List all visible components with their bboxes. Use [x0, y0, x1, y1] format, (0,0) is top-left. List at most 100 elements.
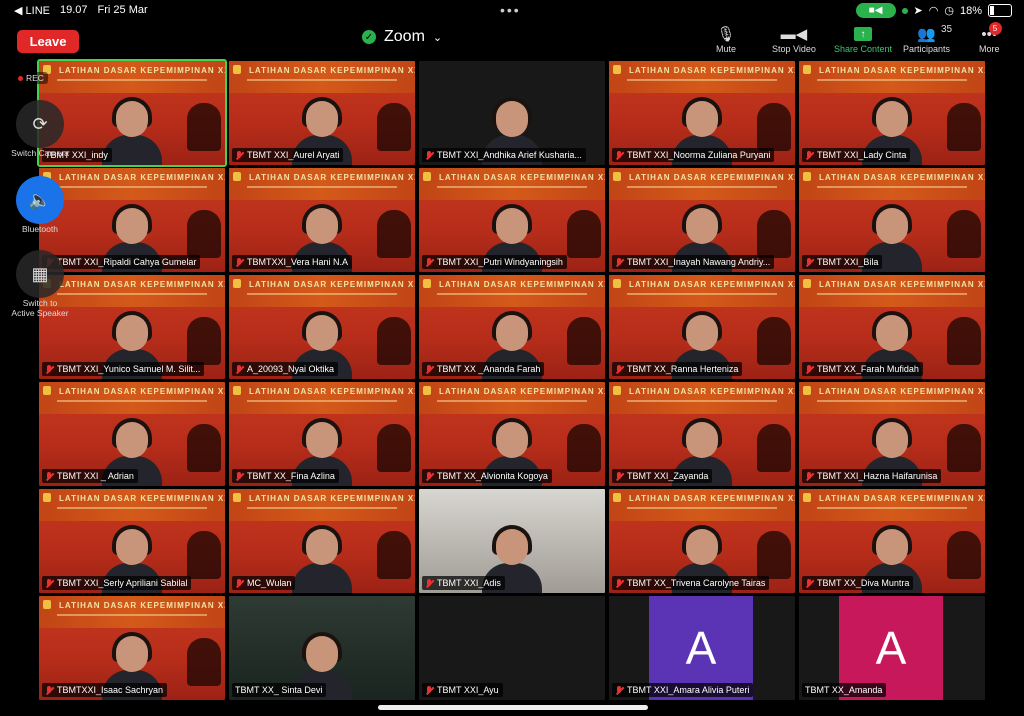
- event-banner-title: LATIHAN DASAR KEPEMIMPINAN XXI: [59, 601, 225, 610]
- event-banner: LATIHAN DASAR KEPEMIMPINAN XXI: [419, 382, 605, 414]
- participant-video-tile[interactable]: LATIHAN DASAR KEPEMIMPINAN XXI TBMT XX_Di…: [799, 489, 985, 593]
- bluetooth-speaker-icon: 🔈: [16, 176, 64, 224]
- saluting-silhouette-icon: [567, 424, 601, 472]
- event-banner: LATIHAN DASAR KEPEMIMPINAN XXI: [419, 168, 605, 200]
- participants-button[interactable]: 👥 35 Participants: [903, 24, 952, 54]
- saluting-silhouette-icon: [187, 317, 221, 365]
- saluting-silhouette-icon: [567, 210, 601, 258]
- switch-camera-control[interactable]: ⟳ Switch Camera: [10, 100, 70, 158]
- saluting-silhouette-icon: [377, 317, 411, 365]
- video-camera-icon: ▬◀: [780, 26, 808, 43]
- event-banner-title: LATIHAN DASAR KEPEMIMPINAN XXI: [59, 173, 225, 182]
- participant-name: TBMT XXI_Aurel Aryati: [247, 150, 340, 160]
- muted-mic-icon: [45, 471, 53, 481]
- participant-video-tile[interactable]: TBMT XXI_Ayu: [419, 596, 605, 700]
- participant-video-tile[interactable]: LATIHAN DASAR KEPEMIMPINAN XXI MC_Wulan: [229, 489, 415, 593]
- participant-name: TBMT XX_Ranna Herteniza: [627, 364, 739, 374]
- muted-mic-icon: [615, 471, 623, 481]
- participant-video-tile[interactable]: LATIHAN DASAR KEPEMIMPINAN XXI TBMT XX _A…: [419, 275, 605, 379]
- participant-video-tile[interactable]: LATIHAN DASAR KEPEMIMPINAN XXI TBMT XXI_N…: [609, 61, 795, 165]
- bluetooth-audio-control[interactable]: 🔈 Bluetooth: [10, 176, 70, 234]
- participant-name-label: TBMT XXI_Hazna Haifarunisa: [802, 469, 942, 483]
- switch-camera-icon: ⟳: [16, 100, 64, 148]
- event-banner-title: LATIHAN DASAR KEPEMIMPINAN XXI: [629, 494, 795, 503]
- participant-video-tile[interactable]: TBMT XX_ Sinta Devi: [229, 596, 415, 700]
- status-left: ◀ LINE 19.07 Fri 25 Mar: [14, 4, 148, 17]
- participant-video-tile[interactable]: LATIHAN DASAR KEPEMIMPINAN XXI TBMT XXI_B…: [799, 168, 985, 272]
- meeting-title[interactable]: ✓ Zoom ⌄: [362, 28, 442, 46]
- event-logo-icon: [423, 386, 431, 395]
- participant-name-label: TBMTXXI_Isaac Sachryan: [42, 683, 168, 697]
- participant-video-tile[interactable]: LATIHAN DASAR KEPEMIMPINAN XXI TBMT XX_Fa…: [799, 275, 985, 379]
- switch-to-active-speaker-control[interactable]: ▦ Switch to Active Speaker: [6, 250, 74, 318]
- participant-name-label: TBMT XX_Fina Azlina: [232, 469, 339, 483]
- event-logo-icon: [233, 172, 241, 181]
- event-banner-title: LATIHAN DASAR KEPEMIMPINAN XXI: [249, 387, 415, 396]
- participant-video-tile[interactable]: LATIHAN DASAR KEPEMIMPINAN XXI TBMT XXI_A…: [229, 61, 415, 165]
- participant-name: TBMT XXI_Noorma Zuliana Puryani: [627, 150, 771, 160]
- meeting-title-label: Zoom: [384, 28, 425, 45]
- stop-video-button[interactable]: ▬◀ Stop Video: [772, 24, 816, 54]
- participant-video-tile[interactable]: LATIHAN DASAR KEPEMIMPINAN XXI TBMT XXI_I…: [609, 168, 795, 272]
- muted-mic-icon: [615, 364, 623, 374]
- muted-mic-icon: [615, 578, 623, 588]
- participant-name-label: TBMT XXI_Putri Windyaningsih: [422, 255, 567, 269]
- participant-video-tile[interactable]: A TBMT XXI_Amara Alivia Puteri: [609, 596, 795, 700]
- event-banner-title: LATIHAN DASAR KEPEMIMPINAN XXI: [819, 494, 985, 503]
- participant-video-tile[interactable]: LATIHAN DASAR KEPEMIMPINAN XXI TBMTXXI_Ve…: [229, 168, 415, 272]
- participant-video-tile[interactable]: LATIHAN DASAR KEPEMIMPINAN XXI TBMT XXI_L…: [799, 61, 985, 165]
- saluting-silhouette-icon: [187, 531, 221, 579]
- participant-name: TBMT XXI _ Adrian: [57, 471, 134, 481]
- saluting-silhouette-icon: [947, 531, 981, 579]
- participant-video-tile[interactable]: TBMT XXI_Adis: [419, 489, 605, 593]
- participant-video-tile[interactable]: LATIHAN DASAR KEPEMIMPINAN XXI A_20093_Ny…: [229, 275, 415, 379]
- participant-name: TBMT XX_Fina Azlina: [247, 471, 335, 481]
- event-logo-icon: [613, 386, 621, 395]
- participant-video-tile[interactable]: LATIHAN DASAR KEPEMIMPINAN XXI TBMT XX_Ra…: [609, 275, 795, 379]
- recording-label: REC: [26, 73, 44, 83]
- participant-video-tile[interactable]: LATIHAN DASAR KEPEMIMPINAN XXI TBMT XX_Tr…: [609, 489, 795, 593]
- saluting-silhouette-icon: [757, 210, 791, 258]
- leave-button[interactable]: Leave: [17, 30, 79, 53]
- participant-video-tile[interactable]: A TBMT XX_Amanda: [799, 596, 985, 700]
- mute-label: Mute: [716, 44, 737, 54]
- participant-video-tile[interactable]: LATIHAN DASAR KEPEMIMPINAN XXI TBMT XX_Fi…: [229, 382, 415, 486]
- multitasking-dots-icon[interactable]: •••: [500, 2, 521, 18]
- participant-name: MC_Wulan: [247, 578, 292, 588]
- mute-button[interactable]: 🎙 Mute: [716, 24, 736, 54]
- share-content-button[interactable]: ↑ Share Content: [834, 24, 892, 54]
- home-indicator[interactable]: [378, 705, 648, 710]
- participant-name-label: TBMT XX_Diva Muntra: [802, 576, 914, 590]
- record-dot-icon: [18, 75, 23, 81]
- participant-video-tile[interactable]: LATIHAN DASAR KEPEMIMPINAN XXI TBMT XXI _…: [39, 382, 225, 486]
- participant-video-tile[interactable]: LATIHAN DASAR KEPEMIMPINAN XXI TBMT XXI_P…: [419, 168, 605, 272]
- event-logo-icon: [233, 386, 241, 395]
- participant-video-tile[interactable]: LATIHAN DASAR KEPEMIMPINAN XXI TBMT XXI_H…: [799, 382, 985, 486]
- participant-name-label: TBMT XX_Amanda: [802, 683, 887, 697]
- participants-label: Participants: [903, 44, 951, 54]
- back-to-app-link[interactable]: ◀ LINE: [14, 4, 50, 17]
- participant-video-tile[interactable]: LATIHAN DASAR KEPEMIMPINAN XXI TBMTXXI_Is…: [39, 596, 225, 700]
- event-banner-title: LATIHAN DASAR KEPEMIMPINAN XXI: [819, 387, 985, 396]
- participant-name-label: TBMT XXI_Bila: [802, 255, 883, 269]
- participant-video-tile[interactable]: LATIHAN DASAR KEPEMIMPINAN XXI TBMT XXI_Z…: [609, 382, 795, 486]
- participant-video-tile[interactable]: TBMT XXI_Andhika Arief Kusharia...: [419, 61, 605, 165]
- alarm-icon: ◷: [944, 5, 954, 17]
- participant-name: TBMT XX_ Sinta Devi: [235, 685, 323, 695]
- participant-name-label: TBMT XX_Farah Mufidah: [802, 362, 923, 376]
- event-logo-icon: [43, 386, 51, 395]
- participant-video-tile[interactable]: LATIHAN DASAR KEPEMIMPINAN XXI TBMT XXI_S…: [39, 489, 225, 593]
- participant-name: TBMT XX_Diva Muntra: [817, 578, 910, 588]
- participant-video-tile[interactable]: LATIHAN DASAR KEPEMIMPINAN XXI TBMT XX_Al…: [419, 382, 605, 486]
- saluting-silhouette-icon: [187, 210, 221, 258]
- muted-mic-icon: [45, 364, 53, 374]
- event-logo-icon: [423, 172, 431, 181]
- participant-name-label: TBMTXXI_Vera Hani N.A: [232, 255, 353, 269]
- more-button[interactable]: ••• 5 More: [979, 22, 1002, 54]
- participant-name-label: TBMT XXI_Aurel Aryati: [232, 148, 344, 162]
- stop-video-label: Stop Video: [772, 44, 816, 54]
- chevron-down-icon: ⌄: [432, 31, 443, 44]
- saluting-silhouette-icon: [377, 424, 411, 472]
- muted-mic-icon: [235, 257, 243, 267]
- saluting-silhouette-icon: [757, 103, 791, 151]
